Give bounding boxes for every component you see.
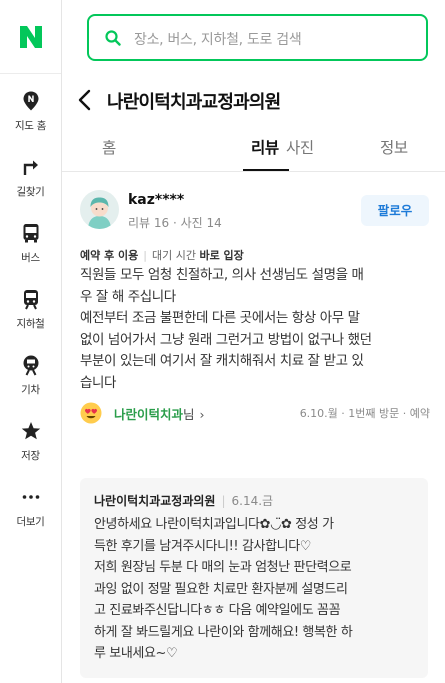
nav-item-saved[interactable]: 저장 [0, 420, 61, 463]
nav-item-train[interactable]: 기차 [0, 354, 61, 397]
chevron-right-icon: › [199, 407, 205, 422]
review-text: 직원들 모두 엄청 친절하고, 의사 선생님도 설명을 매 우 잘 해 주십니다… [80, 265, 430, 394]
nav-label: 지도 홈 [14, 120, 47, 132]
nav-item-subway[interactable]: 지하철 [0, 288, 61, 331]
place-title: 나란이턱치과교정과의원 [107, 92, 281, 113]
reply-line: 고 진료봐주신답니다ㅎㅎ 다음 예약일에도 꼼꼼 [94, 603, 341, 618]
reviewer-stats: 리뷰 16 · 사진 14 [128, 216, 222, 230]
avatar-icon [80, 190, 119, 229]
wait-time-value: 바로 입장 [199, 249, 244, 262]
left-nav-rail: 지도 홈 길찾기 버스 지하철 기차 저장 더보기 [0, 0, 62, 683]
tab-home[interactable]: 홈 [102, 136, 116, 158]
reviewed-place-row: 나란이턱치과님 › 6.10.월 · 1번째 방문 · 예약 [80, 400, 430, 426]
nav-label: 버스 [21, 252, 40, 264]
wait-time-label: 대기 시간 [151, 249, 196, 262]
nav-item-map-home[interactable]: 지도 홈 [0, 90, 61, 133]
reply-text: 안녕하세요 나란이턱치과입니다✿◡̈✿ 정성 가 득한 후기를 남겨주시다니!!… [94, 514, 353, 665]
user-avatar[interactable] [80, 190, 119, 229]
search-input[interactable]: 장소, 버스, 지하철, 도로 검색 [87, 14, 428, 61]
review-line: 우 잘 해 주십니다 [80, 288, 176, 305]
heart-eyes-emoji-icon [80, 402, 102, 424]
bus-icon [23, 224, 38, 243]
reviewed-place-link[interactable]: 나란이턱치과님 › [114, 404, 205, 423]
reply-line: 득한 후기를 남겨주시다니!! 감사합니다♡ [94, 538, 312, 554]
tab-reviews[interactable]: 리뷰 [251, 136, 279, 158]
reply-line: 저희 원장님 두분 다 매의 눈과 엄청난 판단력으로 [94, 560, 352, 575]
nav-label: 저장 [21, 450, 40, 462]
visit-meta: 6.10.월 · 1번째 방문 · 예약 [299, 407, 430, 420]
active-tab-indicator [243, 169, 289, 171]
review-line: 직원들 모두 엄청 친절하고, 의사 선생님도 설명을 매 [80, 267, 364, 283]
visit-info-divider: | [143, 249, 147, 262]
nav-label: 길찾기 [16, 186, 45, 198]
naver-logo-icon[interactable] [17, 23, 45, 51]
pin-icon [23, 91, 38, 111]
reply-line: 안녕하세요 나란이턱치과입니다✿◡̈✿ 정성 가 [94, 517, 334, 532]
reviewed-place-suffix: 님 [183, 407, 195, 422]
reply-line: 루 보내세요~♡ [94, 646, 178, 661]
reply-header-divider: | [221, 494, 226, 508]
review-line: 부분이 있는데 여기서 잘 캐치해줘서 치료 잘 받고 있 [80, 353, 364, 369]
tab-info[interactable]: 정보 [380, 136, 408, 158]
reply-header: 나란이턱치과교정과의원 | 6.14.금 [94, 492, 273, 509]
nav-item-bus[interactable]: 버스 [0, 222, 61, 265]
app-root: 지도 홈 길찾기 버스 지하철 기차 저장 더보기 장소, 버스, 지하철, 도… [0, 0, 445, 683]
review-line: 습니다 [80, 374, 117, 391]
place-tabs: 홈 리뷰 사진 정보 [62, 124, 445, 172]
owner-reply: 나란이턱치과교정과의원 | 6.14.금 안녕하세요 나란이턱치과입니다✿◡̈✿ 정… [80, 478, 428, 678]
reply-owner-name: 나란이턱치과교정과의원 [94, 494, 216, 508]
review-line: 없이 넘어가서 그냥 원래 그런거고 방법이 없구나 했던 [80, 331, 372, 348]
nav-label: 더보기 [16, 516, 45, 528]
reviewer-name[interactable]: kaz**** [128, 192, 184, 208]
more-icon [22, 495, 39, 499]
reply-line: 하게 잘 봐드릴게요 나란이와 함께해요! 행복한 하 [94, 624, 353, 640]
nav-item-directions[interactable]: 길찾기 [0, 156, 61, 199]
reply-date: 6.14.금 [231, 494, 274, 508]
nav-label: 지하철 [16, 318, 45, 330]
search-icon [105, 30, 121, 46]
rail-divider [0, 73, 61, 74]
directions-icon [23, 160, 38, 175]
back-arrow-icon[interactable] [74, 88, 96, 112]
reply-line: 과잉 없이 정말 필요한 치료만 환자분께 설명드리 [94, 581, 348, 597]
follow-button[interactable]: 팔로우 [361, 195, 429, 226]
tab-photos[interactable]: 사진 [286, 136, 314, 158]
star-icon [21, 422, 40, 440]
nav-item-more[interactable]: 더보기 [0, 486, 61, 529]
nav-label: 기차 [21, 384, 40, 396]
visit-type-tag: 예약 후 이용 [80, 249, 139, 262]
search-placeholder: 장소, 버스, 지하철, 도로 검색 [134, 32, 302, 48]
train-icon [23, 355, 38, 376]
visit-info: 예약 후 이용 | 대기 시간 바로 입장 [80, 247, 244, 263]
review-line: 예전부터 조금 불편한데 다른 곳에서는 항상 아무 말 [80, 310, 360, 326]
subway-icon [23, 290, 38, 310]
reviewed-place-name: 나란이턱치과 [114, 407, 184, 422]
